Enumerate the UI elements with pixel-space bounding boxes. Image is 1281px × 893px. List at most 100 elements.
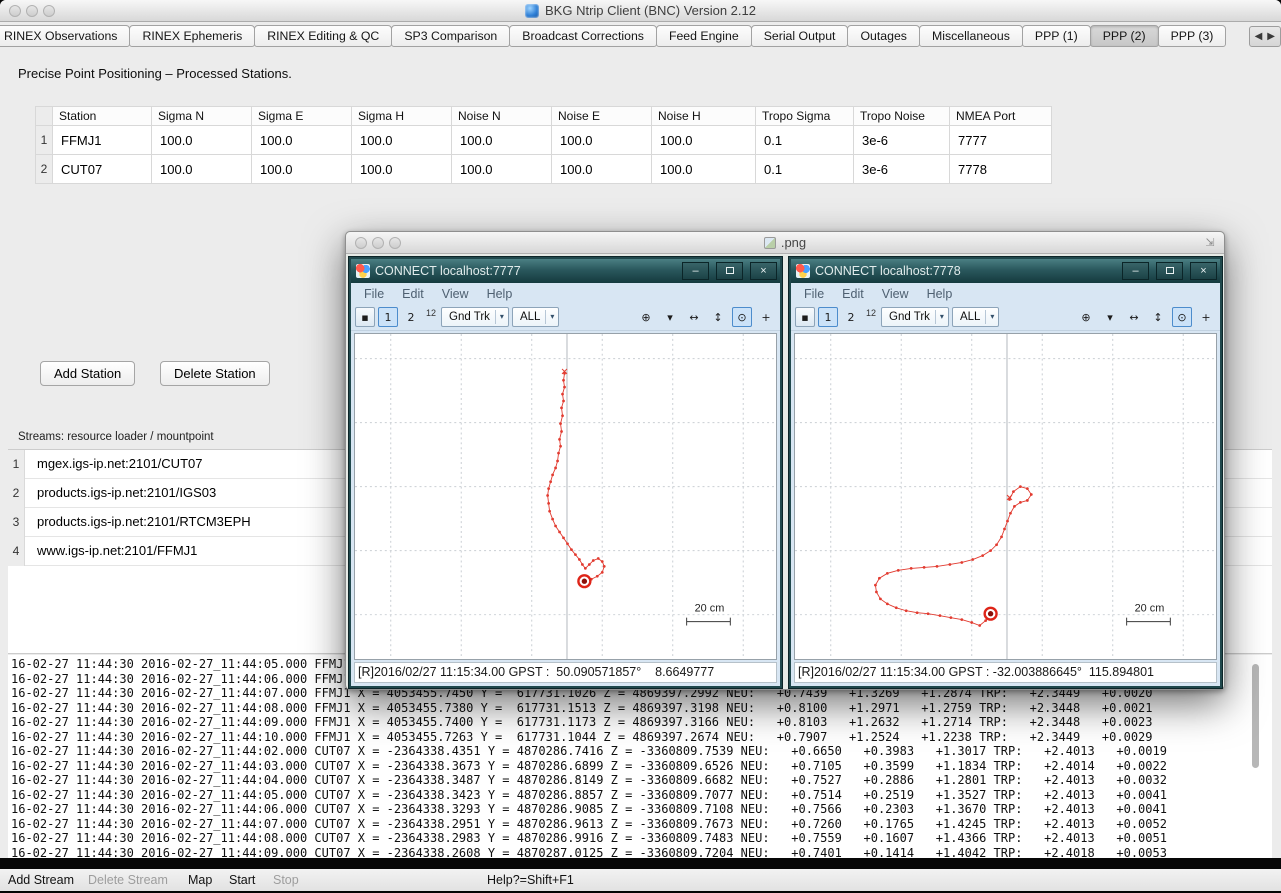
satellite-combo[interactable]: ALL▾	[512, 307, 559, 327]
track-center-icon[interactable]: ⊙	[1172, 307, 1192, 327]
menu-edit[interactable]: Edit	[833, 287, 873, 301]
cell-noise-n[interactable]: 100.0	[452, 126, 552, 155]
delete-stream-action[interactable]: Delete Stream	[88, 869, 168, 891]
view-1-button[interactable]: 1	[818, 307, 838, 327]
chevron-down-icon: ▾	[495, 310, 504, 324]
view-12-button[interactable]: 12	[424, 308, 438, 318]
options-dropdown-icon[interactable]: ▾	[1100, 307, 1120, 327]
menu-view[interactable]: View	[873, 287, 918, 301]
minimize-button[interactable]: –	[682, 262, 709, 280]
cell-sigma-h[interactable]: 100.0	[352, 155, 452, 184]
tab-feed-engine[interactable]: Feed Engine	[656, 25, 752, 47]
cell-sigma-n[interactable]: 100.0	[152, 155, 252, 184]
tab-rinex-editing-qc[interactable]: RINEX Editing & QC	[254, 25, 392, 47]
stream-square-button[interactable]: ▪	[795, 307, 815, 327]
tab-ppp-2[interactable]: PPP (2)	[1090, 25, 1159, 47]
cell-sigma-h[interactable]: 100.0	[352, 126, 452, 155]
satellite-combo[interactable]: ALL▾	[952, 307, 999, 327]
cell-tropo-noise[interactable]: 3e-6	[854, 155, 950, 184]
tab-scroll-left-icon[interactable]: ◀	[1253, 31, 1265, 42]
tab-outages[interactable]: Outages	[847, 25, 920, 47]
fit-vertical-icon[interactable]: ↕	[708, 307, 728, 327]
menu-help[interactable]: Help	[478, 287, 522, 301]
tab-serial-output[interactable]: Serial Output	[751, 25, 849, 47]
cell-tropo-noise[interactable]: 3e-6	[854, 126, 950, 155]
start-action[interactable]: Start	[229, 869, 255, 891]
tab-rinex-observations[interactable]: RINEX Observations	[0, 25, 130, 47]
cell-tropo-sigma[interactable]: 0.1	[756, 155, 854, 184]
ground-track	[875, 487, 1031, 626]
scale-label: 20 cm	[695, 603, 725, 615]
view-1-button[interactable]: 1	[378, 307, 398, 327]
close-button[interactable]: ×	[750, 262, 777, 280]
add-station-button[interactable]: Add Station	[40, 361, 135, 386]
plot-titlebar[interactable]: CONNECT localhost:7778–×	[791, 259, 1220, 283]
log-line: 16-02-27 11:44:30 2016-02-27_11:44:06.00…	[11, 802, 1272, 817]
png-titlebar[interactable]: .png ⇲	[346, 232, 1224, 254]
fit-center-icon[interactable]: ⊕	[636, 307, 656, 327]
stations-table: StationSigma NSigma ESigma HNoise NNoise…	[35, 106, 1052, 184]
menu-edit[interactable]: Edit	[393, 287, 433, 301]
fit-vertical-icon[interactable]: ↕	[1148, 307, 1168, 327]
menu-file[interactable]: File	[795, 287, 833, 301]
minimize-button[interactable]: –	[1122, 262, 1149, 280]
fit-horizontal-icon[interactable]: ↔	[684, 307, 704, 327]
delete-station-button[interactable]: Delete Station	[160, 361, 270, 386]
cell-sigma-e[interactable]: 100.0	[252, 155, 352, 184]
tab-scroll-buttons[interactable]: ◀ ▶	[1249, 26, 1281, 47]
add-stream-action[interactable]: Add Stream	[8, 869, 74, 891]
ground-track-plot[interactable]: 20 cm	[794, 333, 1217, 660]
cell-noise-e[interactable]: 100.0	[552, 126, 652, 155]
map-action[interactable]: Map	[188, 869, 212, 891]
plot-type-combo[interactable]: Gnd Trk▾	[881, 307, 949, 327]
cell-tropo-sigma[interactable]: 0.1	[756, 126, 854, 155]
log-scrollbar[interactable]	[1252, 664, 1259, 768]
maximize-button[interactable]	[1156, 262, 1183, 280]
crosshair-icon[interactable]: +	[756, 307, 776, 327]
fit-center-icon[interactable]: ⊕	[1076, 307, 1096, 327]
stop-action[interactable]: Stop	[273, 869, 299, 891]
menu-view[interactable]: View	[433, 287, 478, 301]
plot-titlebar[interactable]: CONNECT localhost:7777–×	[351, 259, 780, 283]
options-dropdown-icon[interactable]: ▾	[660, 307, 680, 327]
streams-header: Streams: resource loader / mountpoint	[18, 431, 214, 443]
tab-rinex-ephemeris[interactable]: RINEX Ephemeris	[129, 25, 255, 47]
menu-help[interactable]: Help	[918, 287, 962, 301]
tab-sp3-comparison[interactable]: SP3 Comparison	[391, 25, 510, 47]
fullscreen-expand-icon[interactable]: ⇲	[1203, 236, 1217, 250]
view-2-button[interactable]: 2	[401, 307, 421, 327]
track-center-icon[interactable]: ⊙	[732, 307, 752, 327]
ground-track-plot[interactable]: 20 cm	[354, 333, 777, 660]
cell-noise-h[interactable]: 100.0	[652, 126, 756, 155]
stream-square-button[interactable]: ▪	[355, 307, 375, 327]
stations-header-row: StationSigma NSigma ESigma HNoise NNoise…	[36, 107, 1052, 126]
tab-ppp-3[interactable]: PPP (3)	[1158, 25, 1227, 47]
close-button[interactable]: ×	[1190, 262, 1217, 280]
plot-type-combo[interactable]: Gnd Trk▾	[441, 307, 509, 327]
cell-station[interactable]: FFMJ1	[53, 126, 152, 155]
fit-horizontal-icon[interactable]: ↔	[1124, 307, 1144, 327]
cell-noise-h[interactable]: 100.0	[652, 155, 756, 184]
cell-noise-n[interactable]: 100.0	[452, 155, 552, 184]
tab-broadcast-corrections[interactable]: Broadcast Corrections	[509, 25, 657, 47]
help-hint: Help?=Shift+F1	[487, 869, 574, 891]
cell-nmea-port[interactable]: 7778	[950, 155, 1052, 184]
crosshair-icon[interactable]: +	[1196, 307, 1216, 327]
cell-sigma-n[interactable]: 100.0	[152, 126, 252, 155]
view-12-button[interactable]: 12	[864, 308, 878, 318]
ground-track	[548, 373, 605, 580]
cell-station[interactable]: CUT07	[53, 155, 152, 184]
view-2-button[interactable]: 2	[841, 307, 861, 327]
cell-sigma-e[interactable]: 100.0	[252, 126, 352, 155]
column-header-nmea-port: NMEA Port	[950, 107, 1052, 126]
stream-row-number: 4	[8, 537, 25, 566]
main-titlebar[interactable]: BKG Ntrip Client (BNC) Version 2.12	[0, 0, 1281, 22]
menu-file[interactable]: File	[355, 287, 393, 301]
tab-miscellaneous[interactable]: Miscellaneous	[919, 25, 1023, 47]
cell-nmea-port[interactable]: 7777	[950, 126, 1052, 155]
tab-scroll-right-icon[interactable]: ▶	[1265, 31, 1277, 42]
log-line: 16-02-27 11:44:30 2016-02-27_11:44:09.00…	[11, 846, 1272, 859]
tab-ppp-1[interactable]: PPP (1)	[1022, 25, 1091, 47]
maximize-button[interactable]	[716, 262, 743, 280]
cell-noise-e[interactable]: 100.0	[552, 155, 652, 184]
